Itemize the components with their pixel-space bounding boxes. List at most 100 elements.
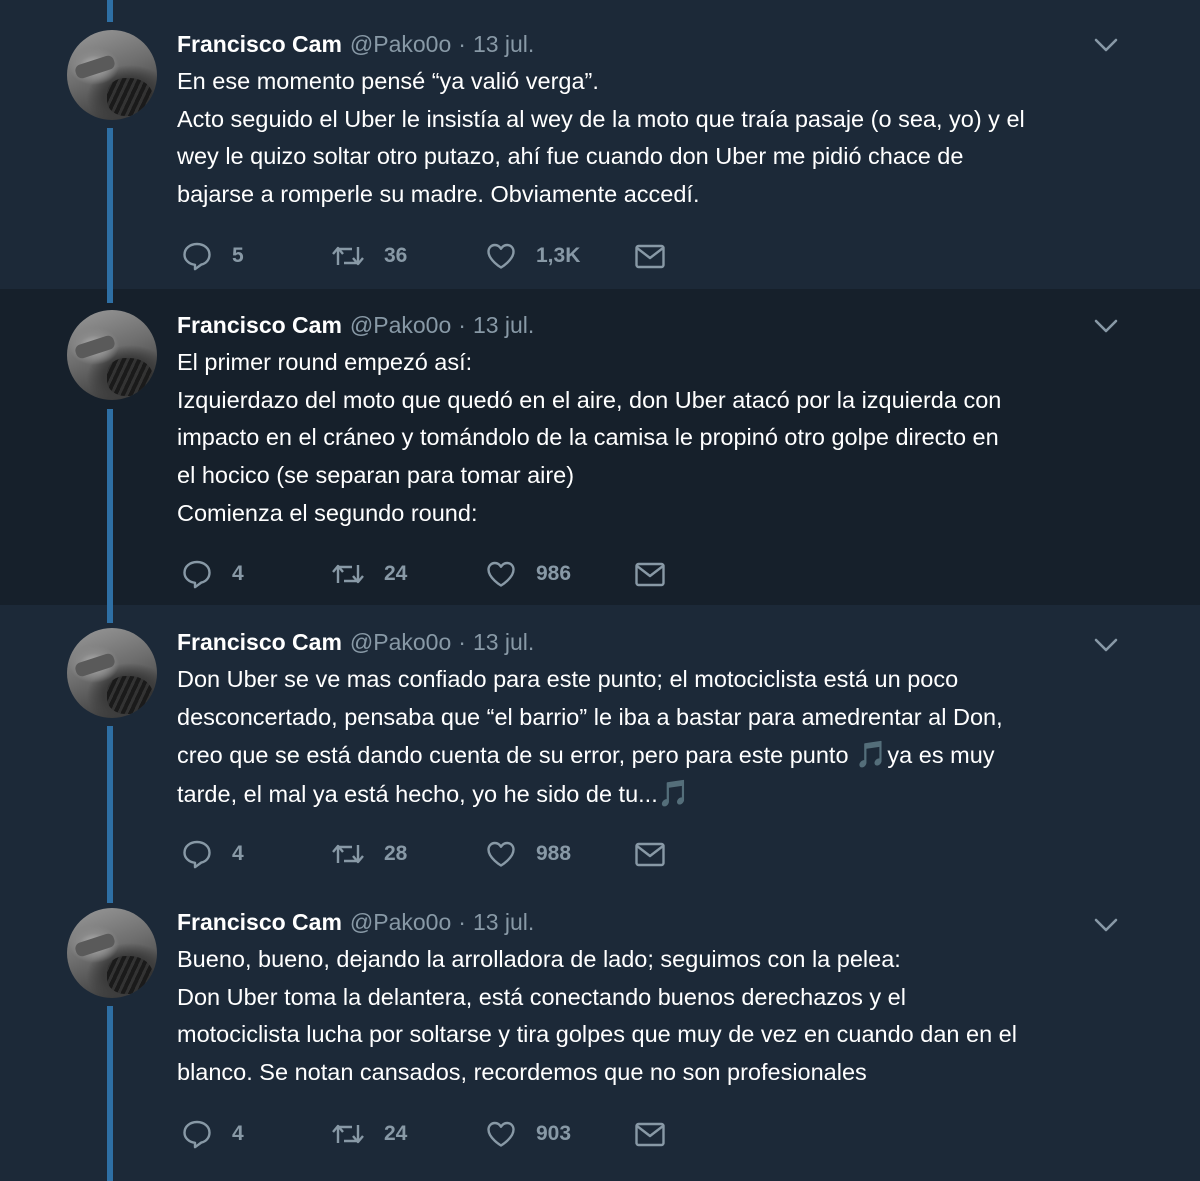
direct-message-button[interactable] bbox=[633, 239, 667, 273]
tweet-line-text: ya es muy bbox=[887, 742, 995, 769]
retweet-count: 24 bbox=[384, 562, 408, 585]
retweet-button[interactable]: 36 bbox=[330, 239, 407, 273]
thread-line bbox=[107, 1006, 113, 1181]
reply-count: 4 bbox=[232, 1122, 244, 1145]
like-count: 903 bbox=[536, 1122, 572, 1145]
separator: · bbox=[458, 628, 466, 655]
chevron-down-icon[interactable] bbox=[1093, 36, 1119, 54]
tweet-line: blanco. Se notan cansados, recordemos qu… bbox=[177, 1059, 867, 1086]
like-button[interactable]: 988 bbox=[484, 837, 571, 871]
heart-icon bbox=[487, 1121, 515, 1147]
reply-count: 4 bbox=[232, 562, 244, 585]
reply-button[interactable]: 4 bbox=[180, 837, 244, 871]
tweet-line: Comienza el segundo round: bbox=[177, 499, 478, 526]
author-handle[interactable]: @Pako0o bbox=[350, 312, 451, 339]
reply-button[interactable]: 4 bbox=[180, 557, 244, 591]
tweet-line: el hocico (se separan para tomar aire) bbox=[177, 462, 575, 489]
chevron-down-icon[interactable] bbox=[1093, 916, 1119, 934]
tweet[interactable]: Francisco Cam @Pako0o · 13 jul. En ese m… bbox=[0, 0, 1200, 289]
tweet-line: impacto en el cráneo y tomándolo de la c… bbox=[177, 424, 999, 451]
tweet-date[interactable]: 13 jul. bbox=[473, 31, 534, 58]
author-handle[interactable]: @Pako0o bbox=[350, 629, 451, 656]
tweet-header: Francisco Cam @Pako0o · 13 jul. bbox=[177, 627, 534, 657]
tweet-line: En ese momento pensé “ya valió verga”. bbox=[177, 68, 599, 94]
tweet-line: Acto seguido el Uber le insistía al wey … bbox=[177, 105, 1025, 132]
envelope-icon bbox=[635, 1122, 665, 1147]
chevron-down-icon[interactable] bbox=[1093, 636, 1119, 654]
tweet-line: Bueno, bueno, dejando la arrolladora de … bbox=[177, 946, 901, 972]
author-handle[interactable]: @Pako0o bbox=[350, 31, 451, 58]
like-button[interactable]: 903 bbox=[484, 1117, 571, 1151]
thread-line bbox=[107, 885, 113, 903]
avatar[interactable] bbox=[67, 310, 157, 400]
tweet-header: Francisco Cam @Pako0o · 13 jul. bbox=[177, 310, 534, 340]
separator: · bbox=[458, 908, 466, 935]
reply-button[interactable]: 4 bbox=[180, 1117, 244, 1151]
tweet-line: Izquierdazo del moto que quedó en el air… bbox=[177, 386, 1002, 413]
direct-message-button[interactable] bbox=[633, 837, 667, 871]
retweet-button[interactable]: 28 bbox=[330, 837, 407, 871]
envelope-icon bbox=[635, 562, 665, 587]
reply-button[interactable]: 5 bbox=[180, 239, 244, 273]
envelope-icon bbox=[635, 244, 665, 269]
tweet-actions: 4 24 986 bbox=[180, 557, 700, 591]
author-name[interactable]: Francisco Cam bbox=[177, 31, 342, 58]
heart-icon bbox=[487, 561, 515, 587]
thread-line bbox=[107, 726, 113, 885]
tweet-line-text: tarde, el mal ya está hecho, yo he sido … bbox=[177, 781, 658, 808]
author-name[interactable]: Francisco Cam bbox=[177, 909, 342, 936]
heart-icon bbox=[487, 841, 515, 867]
separator: · bbox=[458, 30, 466, 57]
like-button[interactable]: 986 bbox=[484, 557, 571, 591]
retweet-icon bbox=[332, 1124, 364, 1144]
separator: · bbox=[458, 311, 466, 338]
chevron-down-icon[interactable] bbox=[1093, 317, 1119, 335]
tweet-date[interactable]: 13 jul. bbox=[473, 629, 534, 656]
author-name[interactable]: Francisco Cam bbox=[177, 629, 342, 656]
retweet-count: 28 bbox=[384, 842, 408, 865]
tweet-text: Don Uber se ve mas confiado para este pu… bbox=[177, 661, 1137, 814]
like-button[interactable]: 1,3K bbox=[484, 239, 580, 273]
avatar[interactable] bbox=[67, 908, 157, 998]
retweet-count: 24 bbox=[384, 1122, 408, 1145]
thread-line bbox=[107, 128, 113, 289]
tweet[interactable]: Francisco Cam @Pako0o · 13 jul. Don Uber… bbox=[0, 605, 1200, 885]
tweet-date[interactable]: 13 jul. bbox=[473, 312, 534, 339]
tweet[interactable]: Francisco Cam @Pako0o · 13 jul. Bueno, b… bbox=[0, 885, 1200, 1181]
thread-line bbox=[107, 409, 113, 605]
music-note-icon: 🎵 bbox=[855, 739, 888, 770]
author-handle[interactable]: @Pako0o bbox=[350, 909, 451, 936]
direct-message-button[interactable] bbox=[633, 1117, 667, 1151]
tweet-header: Francisco Cam @Pako0o · 13 jul. bbox=[177, 29, 534, 59]
retweet-button[interactable]: 24 bbox=[330, 1117, 407, 1151]
music-note-icon: 🎵 bbox=[657, 778, 691, 809]
tweet-actions: 4 28 988 bbox=[180, 837, 700, 871]
tweet-thread: Francisco Cam @Pako0o · 13 jul. En ese m… bbox=[0, 0, 1200, 1181]
retweet-count: 36 bbox=[384, 244, 408, 267]
tweet-line-text: creo que se está dando cuenta de su erro… bbox=[177, 742, 856, 769]
retweet-icon bbox=[332, 564, 364, 584]
tweet-line: desconcertado, pensaba que “el barrio” l… bbox=[177, 703, 1003, 730]
like-count: 1,3K bbox=[536, 244, 581, 267]
like-count: 988 bbox=[536, 842, 572, 865]
tweet-line: bajarse a romperle su madre. Obviamente … bbox=[177, 181, 700, 208]
tweet-text: En ese momento pensé “ya valió verga”. A… bbox=[177, 63, 1137, 214]
tweet-actions: 4 24 903 bbox=[180, 1117, 700, 1151]
avatar[interactable] bbox=[67, 628, 157, 718]
heart-icon bbox=[487, 243, 515, 269]
reply-icon bbox=[183, 840, 211, 869]
like-count: 986 bbox=[536, 562, 572, 585]
tweet-date[interactable]: 13 jul. bbox=[473, 909, 534, 936]
thread-line bbox=[107, 605, 113, 623]
retweet-button[interactable]: 24 bbox=[330, 557, 407, 591]
author-name[interactable]: Francisco Cam bbox=[177, 312, 342, 339]
tweet[interactable]: Francisco Cam @Pako0o · 13 jul. El prime… bbox=[0, 289, 1200, 605]
tweet-line: creo que se está dando cuenta de su erro… bbox=[177, 736, 1137, 775]
reply-count: 4 bbox=[232, 842, 244, 865]
reply-icon bbox=[183, 560, 211, 589]
tweet-header: Francisco Cam @Pako0o · 13 jul. bbox=[177, 907, 534, 937]
avatar[interactable] bbox=[67, 30, 157, 120]
tweet-text: Bueno, bueno, dejando la arrolladora de … bbox=[177, 941, 1137, 1092]
tweet-line: tarde, el mal ya está hecho, yo he sido … bbox=[177, 775, 1137, 814]
direct-message-button[interactable] bbox=[633, 557, 667, 591]
